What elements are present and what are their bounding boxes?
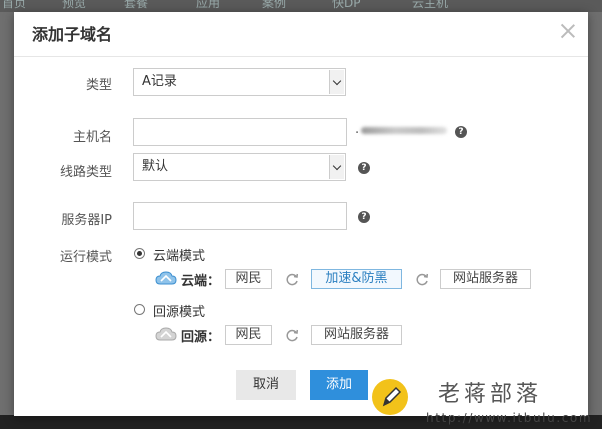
cloud-flow-icon [155, 271, 177, 285]
close-icon[interactable] [559, 22, 577, 40]
domain-suffix-dot: . [355, 122, 360, 137]
origin-mode-label: 回源模式 [153, 305, 206, 320]
origin-flow-label: 回源： [181, 330, 221, 345]
help-icon[interactable]: ? [358, 211, 370, 223]
run-mode-label: 运行模式 [59, 250, 112, 265]
watermark-url: http://www.itbulu.com [426, 411, 593, 425]
background-nav: 首页 预览 套餐 应用 案例 快DP 云主机 [0, 0, 602, 12]
cloud-chip-accelerate-protect: 加速&防黑 [311, 269, 402, 289]
background-nav-item: 应用 [196, 0, 221, 10]
chevron-down-icon [329, 70, 344, 94]
server-ip-label: 服务器IP [61, 213, 112, 228]
cloud-chip-web-server: 网站服务器 [440, 269, 531, 289]
cycle-icon [286, 329, 299, 342]
domain-suffix: . [355, 122, 447, 137]
domain-suffix-blurred [361, 127, 447, 134]
chevron-down-icon [329, 155, 344, 179]
line-type-label: 线路类型 [59, 165, 112, 180]
line-type-select[interactable]: 默认 [133, 153, 346, 181]
add-subdomain-dialog: 添加子域名 类型 A记录 主机名 . ? 线路类型 默认 ? 服务器IP ? 运… [14, 12, 591, 425]
origin-mode-radio[interactable] [134, 304, 145, 315]
background-right-strip [588, 12, 602, 429]
title-divider [14, 56, 588, 57]
cloud-flow-label: 云端： [181, 274, 221, 289]
cloud-mode-radio[interactable] [134, 248, 145, 259]
host-label: 主机名 [72, 130, 112, 145]
help-icon[interactable]: ? [358, 162, 370, 174]
cloud-chip-netizen: 网民 [225, 269, 272, 289]
type-select[interactable]: A记录 [133, 68, 346, 96]
line-type-select-value: 默认 [142, 159, 169, 174]
watermark-brand: 老蒋部落 [438, 382, 543, 407]
type-select-value: A记录 [142, 74, 177, 89]
background-nav-item: 云主机 [412, 0, 449, 10]
background-nav-item: 案例 [262, 0, 287, 10]
cycle-icon [286, 273, 299, 286]
server-ip-input[interactable] [133, 202, 347, 230]
background-nav-item: 首页 [2, 0, 27, 10]
pencil-watermark-icon [372, 379, 408, 415]
dialog-title: 添加子域名 [32, 25, 113, 44]
background-nav-item: 套餐 [124, 0, 149, 10]
background-nav-item: 快DP [332, 0, 361, 10]
host-input[interactable] [133, 118, 347, 146]
origin-chip-netizen: 网民 [225, 325, 272, 345]
cancel-button[interactable]: 取消 [236, 370, 296, 400]
cycle-icon [416, 273, 429, 286]
background-left-strip [0, 12, 14, 429]
origin-chip-web-server: 网站服务器 [311, 325, 402, 345]
add-button[interactable]: 添加 [310, 370, 368, 400]
cloud-mode-label: 云端模式 [153, 249, 206, 264]
origin-flow-icon [155, 327, 177, 341]
type-label: 类型 [85, 78, 112, 93]
help-icon[interactable]: ? [455, 126, 467, 138]
background-nav-item: 预览 [62, 0, 87, 10]
